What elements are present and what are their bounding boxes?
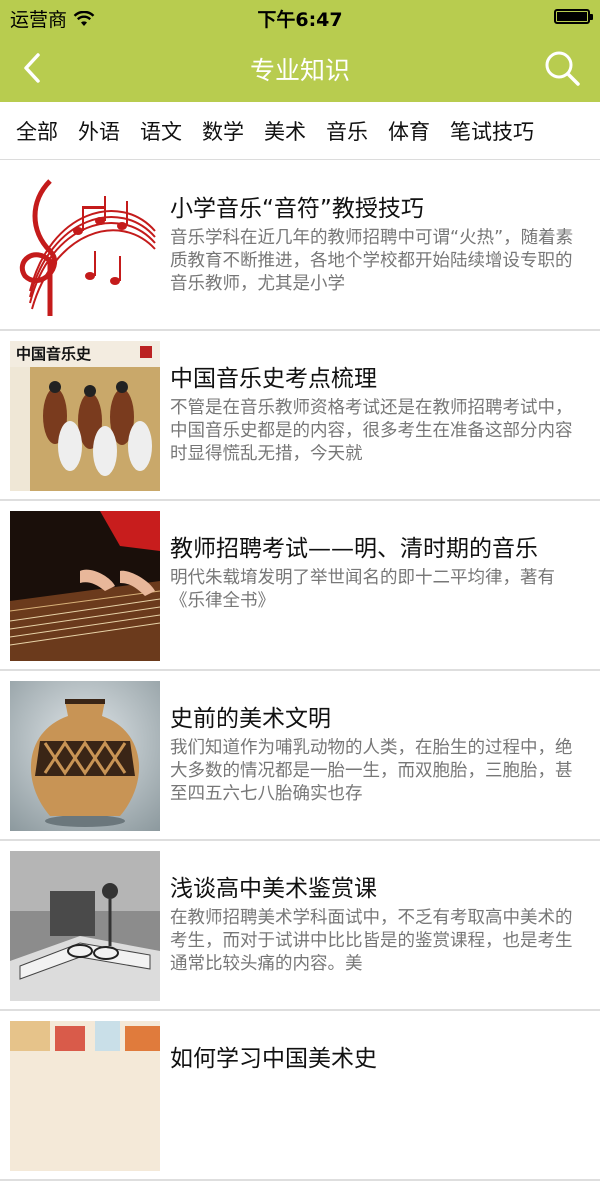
music-notes-thumbnail	[10, 171, 160, 321]
article-title: 小学音乐“音符”教授技巧	[170, 196, 424, 222]
book-cover-title: 中国音乐史	[16, 345, 92, 363]
sketch-thumbnail	[10, 851, 160, 1001]
clock: 下午6:47	[257, 9, 343, 31]
category-tabs: 全部 外语 语文 数学 美术 音乐 体育 笔试技巧	[0, 102, 600, 160]
gallery-thumbnail	[10, 1021, 160, 1171]
article-summary: 不管是在音乐教师资格考试还是在教师招聘考试中，中国音乐史都是的内容，很多考生在准…	[170, 398, 573, 464]
tab-art[interactable]: 美术	[264, 116, 306, 146]
article-list: 小学音乐“音符”教授技巧 音乐学科在近几年的教师招聘中可谓“火热”，随着素质教育…	[0, 161, 600, 1181]
list-item[interactable]: 浅谈高中美术鉴赏课 在教师招聘美术学科面试中，不乏有考取高中美术的考生，而对于试…	[0, 841, 600, 1011]
article-summary: 在教师招聘美术学科面试中，不乏有考取高中美术的考生，而对于试讲中比比皆是的鉴赏课…	[170, 908, 573, 974]
search-icon[interactable]	[542, 48, 582, 88]
book-cover-thumbnail: 中国音乐史	[10, 341, 160, 491]
list-item[interactable]: 如何学习中国美术史	[0, 1011, 600, 1181]
pottery-thumbnail	[10, 681, 160, 831]
guzheng-thumbnail	[10, 511, 160, 661]
article-title: 史前的美术文明	[170, 706, 331, 732]
tab-chinese[interactable]: 语文	[140, 116, 182, 146]
tab-exam-tips[interactable]: 笔试技巧	[450, 116, 534, 146]
battery-icon	[554, 9, 593, 24]
list-item[interactable]: 教师招聘考试——明、清时期的音乐 明代朱载堉发明了举世闻名的即十二平均律，著有《…	[0, 501, 600, 671]
tab-all[interactable]: 全部	[16, 116, 58, 146]
article-title: 如何学习中国美术史	[170, 1046, 377, 1072]
tab-math[interactable]: 数学	[202, 116, 244, 146]
nav-bar: 专业知识	[0, 34, 600, 102]
list-item[interactable]: 中国音乐史 中国音乐史考点梳理 不管是在音乐教师资格考试还是在教师招聘考试中，中…	[0, 331, 600, 501]
list-item[interactable]: 小学音乐“音符”教授技巧 音乐学科在近几年的教师招聘中可谓“火热”，随着素质教育…	[0, 161, 600, 331]
tab-foreign-language[interactable]: 外语	[78, 116, 120, 146]
page-title: 专业知识	[249, 56, 350, 85]
article-summary: 音乐学科在近几年的教师招聘中可谓“火热”，随着素质教育不断推进，各地个学校都开始…	[170, 228, 574, 294]
article-title: 教师招聘考试——明、清时期的音乐	[170, 536, 538, 562]
status-bar: 运营商 下午6:47	[0, 0, 600, 34]
article-summary: 明代朱载堉发明了举世闻名的即十二平均律，著有《乐律全书》	[170, 568, 555, 611]
tab-pe[interactable]: 体育	[388, 116, 430, 146]
article-summary: 我们知道作为哺乳动物的人类，在胎生的过程中，绝大多数的情况都是一胎一生，而双胞胎…	[170, 738, 573, 804]
article-title: 浅谈高中美术鉴赏课	[170, 876, 377, 902]
article-title: 中国音乐史考点梳理	[170, 366, 377, 392]
tab-music[interactable]: 音乐	[326, 116, 368, 146]
list-item[interactable]: 史前的美术文明 我们知道作为哺乳动物的人类，在胎生的过程中，绝大多数的情况都是一…	[0, 671, 600, 841]
